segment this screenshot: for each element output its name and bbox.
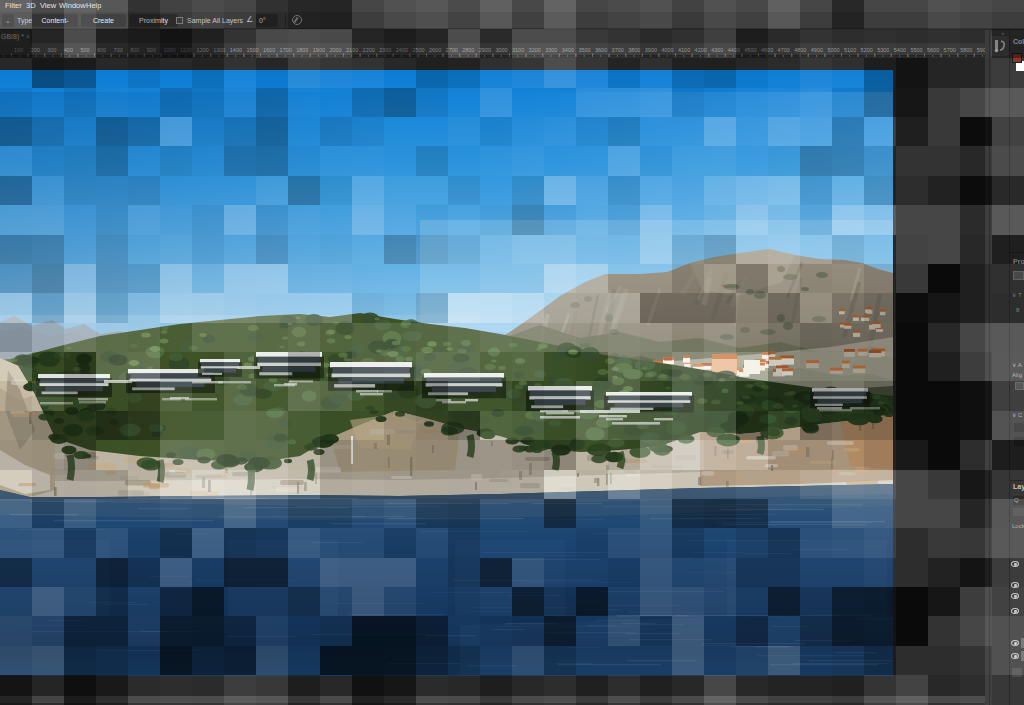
svg-text:2800: 2800: [462, 47, 474, 53]
svg-text:1900: 1900: [313, 47, 325, 53]
svg-text:2400: 2400: [396, 47, 408, 53]
svg-text:1200: 1200: [197, 47, 209, 53]
svg-text:1400: 1400: [230, 47, 242, 53]
svg-text:1800: 1800: [296, 47, 308, 53]
svg-text:1700: 1700: [280, 47, 292, 53]
svg-text:3300: 3300: [545, 47, 557, 53]
svg-text:3100: 3100: [512, 47, 524, 53]
svg-text:3700: 3700: [612, 47, 624, 53]
svg-text:3800: 3800: [628, 47, 640, 53]
svg-text:5000: 5000: [827, 47, 839, 53]
svg-text:1300: 1300: [213, 47, 225, 53]
svg-text:2600: 2600: [429, 47, 441, 53]
svg-text:2000: 2000: [329, 47, 341, 53]
svg-text:2500: 2500: [412, 47, 424, 53]
svg-text:5600: 5600: [927, 47, 939, 53]
svg-text:2700: 2700: [446, 47, 458, 53]
svg-text:4500: 4500: [744, 47, 756, 53]
svg-text:4400: 4400: [728, 47, 740, 53]
svg-text:4800: 4800: [794, 47, 806, 53]
svg-text:1500: 1500: [246, 47, 258, 53]
svg-text:200: 200: [31, 47, 40, 53]
svg-text:2200: 2200: [363, 47, 375, 53]
svg-text:1100: 1100: [180, 47, 192, 53]
svg-text:5200: 5200: [861, 47, 873, 53]
svg-text:5800: 5800: [960, 47, 972, 53]
svg-text:4100: 4100: [678, 47, 690, 53]
svg-text:3400: 3400: [562, 47, 574, 53]
svg-text:5900: 5900: [977, 47, 985, 53]
svg-text:4200: 4200: [695, 47, 707, 53]
svg-text:4900: 4900: [811, 47, 823, 53]
svg-text:4000: 4000: [661, 47, 673, 53]
svg-text:5300: 5300: [877, 47, 889, 53]
svg-text:600: 600: [97, 47, 106, 53]
svg-text:3900: 3900: [645, 47, 657, 53]
svg-text:900: 900: [147, 47, 156, 53]
svg-text:100: 100: [14, 47, 23, 53]
svg-text:700: 700: [114, 47, 123, 53]
svg-text:5100: 5100: [844, 47, 856, 53]
svg-text:3200: 3200: [529, 47, 541, 53]
svg-text:3000: 3000: [495, 47, 507, 53]
svg-text:400: 400: [64, 47, 73, 53]
svg-text:2100: 2100: [346, 47, 358, 53]
svg-text:2900: 2900: [479, 47, 491, 53]
svg-text:2300: 2300: [379, 47, 391, 53]
svg-text:5700: 5700: [944, 47, 956, 53]
svg-text:4700: 4700: [778, 47, 790, 53]
svg-text:4600: 4600: [761, 47, 773, 53]
svg-text:3600: 3600: [595, 47, 607, 53]
svg-text:1600: 1600: [263, 47, 275, 53]
svg-text:800: 800: [130, 47, 139, 53]
svg-text:5500: 5500: [910, 47, 922, 53]
svg-text:500: 500: [80, 47, 89, 53]
svg-text:4300: 4300: [711, 47, 723, 53]
svg-text:1000: 1000: [163, 47, 175, 53]
svg-text:3500: 3500: [578, 47, 590, 53]
svg-text:5400: 5400: [894, 47, 906, 53]
svg-text:300: 300: [47, 47, 56, 53]
